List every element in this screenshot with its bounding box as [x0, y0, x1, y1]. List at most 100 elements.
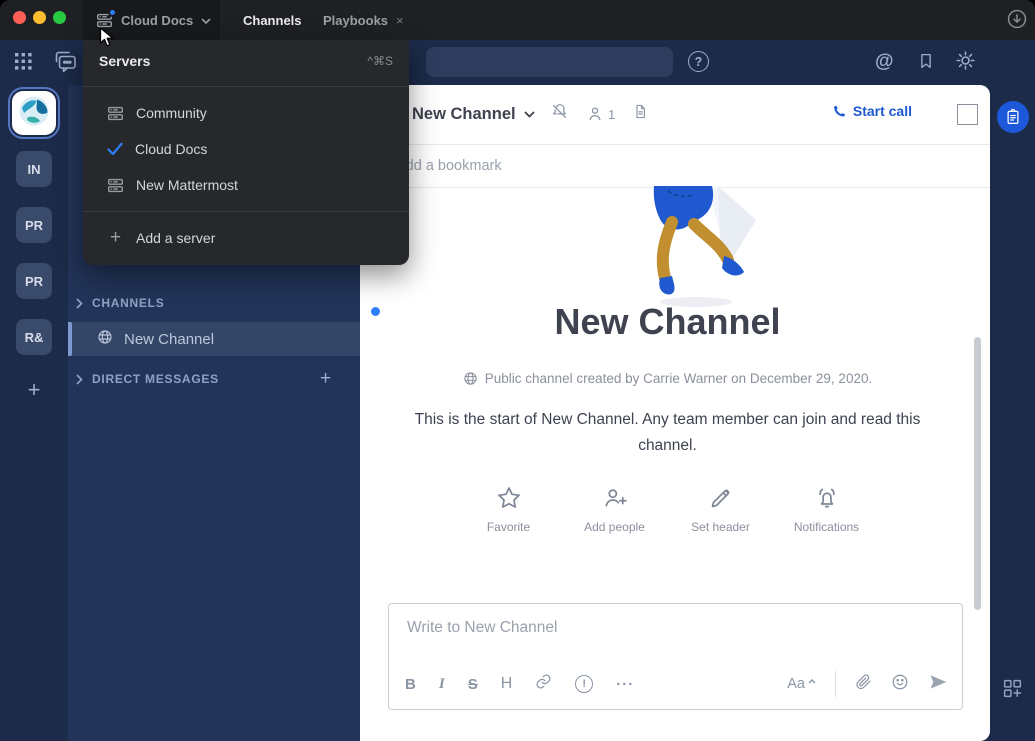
- app-bar: [990, 85, 1035, 741]
- plus-icon: +: [107, 227, 124, 249]
- menu-item-cloud-docs[interactable]: Cloud Docs: [83, 131, 409, 167]
- channel-item-new-channel[interactable]: New Channel: [68, 322, 360, 356]
- tab-playbooks[interactable]: Playbooks ×: [323, 0, 404, 40]
- favorite-button[interactable]: Favorite: [469, 485, 549, 534]
- saved-posts-icon[interactable]: [917, 51, 935, 71]
- menu-divider: [83, 86, 409, 87]
- bold-button[interactable]: B: [405, 676, 416, 693]
- at-mentions-icon[interactable]: @: [875, 51, 894, 73]
- check-icon: [107, 142, 123, 156]
- menu-item-community[interactable]: Community: [83, 95, 409, 131]
- channel-header: New Channel 1: [360, 85, 990, 145]
- muted-bell-icon[interactable]: [550, 102, 569, 126]
- minimize-window-button[interactable]: [33, 11, 46, 24]
- link-icon[interactable]: [535, 673, 552, 695]
- team-item-globe[interactable]: [12, 91, 56, 135]
- server-icon: [96, 12, 113, 29]
- add-dm-button[interactable]: +: [320, 368, 331, 390]
- help-icon[interactable]: ?: [688, 51, 709, 72]
- send-icon[interactable]: [928, 672, 948, 697]
- playbooks-app-button[interactable]: [997, 101, 1029, 133]
- chevron-down-icon: [524, 111, 535, 118]
- channel-intro-description: This is the start of New Channel. Any te…: [395, 407, 940, 459]
- search-input[interactable]: [426, 47, 673, 77]
- person-plus-icon: [602, 485, 628, 511]
- servers-menu-title: Servers: [99, 53, 150, 69]
- team-sidebar: IN PR PR R& +: [0, 85, 68, 741]
- zoom-window-button[interactable]: [53, 11, 66, 24]
- server-icon: [107, 177, 124, 194]
- add-bookmark-label[interactable]: Add a bookmark: [396, 158, 502, 174]
- mouse-cursor: [99, 27, 114, 53]
- priority-alert-icon[interactable]: !: [575, 675, 593, 693]
- server-unread-badge: [108, 8, 117, 17]
- team-item[interactable]: IN: [16, 151, 52, 187]
- member-count: 1: [608, 107, 615, 122]
- servers-menu: Servers ^⌘S Community Cloud Docs New Mat…: [83, 40, 409, 265]
- notifications-button[interactable]: Notifications: [787, 485, 867, 534]
- composer-placeholder: Write to New Channel: [407, 619, 557, 637]
- servers-menu-shortcut: ^⌘S: [367, 54, 393, 68]
- unread-dot: [371, 307, 380, 316]
- chevron-up-icon: [808, 679, 816, 684]
- tab-channels[interactable]: Channels: [243, 0, 302, 40]
- heading-button[interactable]: H: [501, 675, 513, 693]
- channel-intro-illustration: [620, 186, 780, 317]
- more-options-icon[interactable]: ···: [616, 676, 634, 693]
- chevron-right-icon: [76, 298, 83, 309]
- channel-intro-actions: Favorite Add people Set header Notif: [360, 485, 975, 534]
- product-menu-grid-icon[interactable]: [15, 53, 32, 70]
- emoji-smiley-icon[interactable]: [891, 673, 909, 696]
- add-people-button[interactable]: Add people: [575, 485, 655, 534]
- attachment-paperclip-icon[interactable]: [855, 673, 872, 695]
- globe-icon: [97, 329, 113, 350]
- server-icon: [107, 105, 124, 122]
- channel-intro-heading: New Channel: [360, 301, 975, 343]
- member-icon: [586, 105, 604, 123]
- team-item[interactable]: PR: [16, 263, 52, 299]
- star-icon: [496, 485, 522, 511]
- chevron-down-icon: [201, 11, 211, 29]
- add-apps-grid-icon[interactable]: [1002, 678, 1023, 704]
- pinned-files-icon[interactable]: [632, 102, 649, 126]
- close-tab-icon[interactable]: ×: [396, 13, 404, 28]
- menu-divider: [83, 211, 409, 212]
- settings-gear-icon[interactable]: [955, 50, 976, 71]
- pencil-icon: [708, 485, 734, 511]
- clipboard-list-icon: [1004, 108, 1022, 126]
- set-header-button[interactable]: Set header: [681, 485, 761, 534]
- members-button[interactable]: 1: [586, 105, 615, 123]
- chevron-right-icon: [76, 374, 83, 385]
- channel-title-menu[interactable]: New Channel: [412, 105, 535, 124]
- chat-bubbles-icon: [52, 49, 78, 74]
- add-server-menu-item[interactable]: + Add a server: [83, 220, 409, 256]
- channel-name: New Channel: [124, 331, 214, 348]
- phone-icon: [831, 104, 846, 119]
- download-update-icon[interactable]: [1006, 8, 1028, 30]
- close-window-button[interactable]: [13, 11, 26, 24]
- selected-indicator: [68, 322, 72, 356]
- channel-info-icon[interactable]: [957, 104, 978, 125]
- message-composer[interactable]: Write to New Channel B I S H ! ···: [388, 603, 963, 710]
- strikethrough-button[interactable]: S: [468, 676, 478, 693]
- team-item[interactable]: R&: [16, 319, 52, 355]
- add-team-button[interactable]: +: [22, 378, 46, 402]
- bell-icon: [814, 485, 840, 511]
- channels-section-header[interactable]: CHANNELS: [76, 296, 164, 310]
- toolbar-divider: [835, 671, 836, 697]
- app-window: Cloud Docs Channels Playbooks ×: [0, 0, 1035, 741]
- start-call-button[interactable]: Start call: [831, 103, 912, 119]
- globe-icon: [463, 371, 478, 386]
- bookmark-bar[interactable]: Add a bookmark: [360, 146, 990, 188]
- scrollbar-thumb[interactable]: [974, 337, 981, 610]
- dm-section-header[interactable]: DIRECT MESSAGES: [76, 372, 219, 386]
- team-item[interactable]: PR: [16, 207, 52, 243]
- format-toggle-button[interactable]: Aa: [787, 676, 816, 692]
- globe-avatar: [16, 93, 52, 134]
- composer-toolbar: B I S H ! ··· Aa: [405, 670, 948, 698]
- center-channel: New Channel 1: [360, 85, 990, 741]
- italic-button[interactable]: I: [439, 676, 445, 693]
- menu-item-new-mattermost[interactable]: New Mattermost: [83, 167, 409, 203]
- server-tab-label: Cloud Docs: [121, 13, 193, 28]
- titlebar: Cloud Docs Channels Playbooks ×: [0, 0, 1035, 40]
